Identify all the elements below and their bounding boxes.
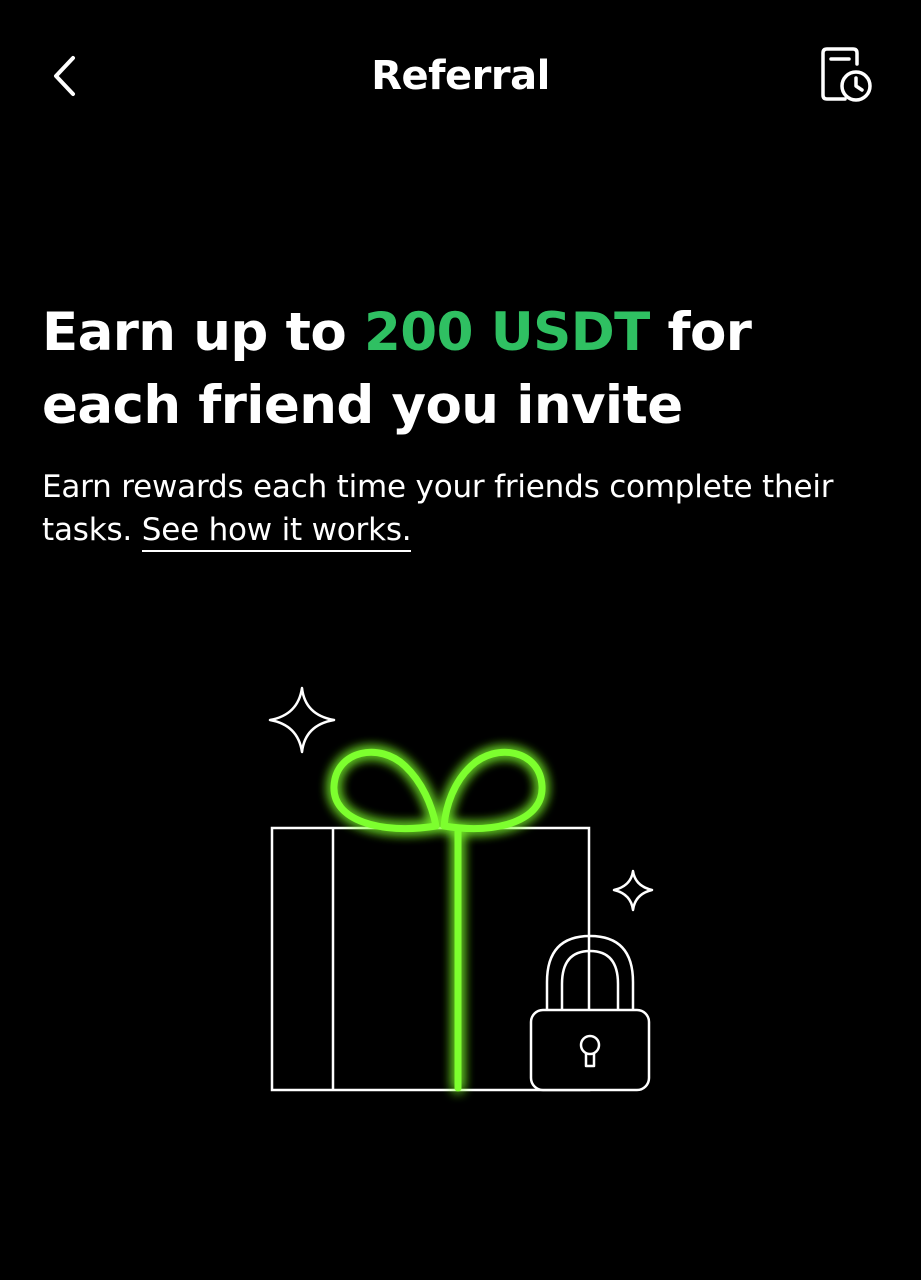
headline-text: Earn up to: [42, 302, 365, 363]
how-it-works-link[interactable]: See how it works.: [141, 512, 412, 552]
sparkle-icon: [612, 869, 654, 912]
reward-amount: 200 USDT: [364, 302, 650, 363]
document-clock-icon: [821, 47, 872, 102]
page-title: Referral: [371, 53, 550, 99]
headline: Earn up to 200 USDT for each friend you …: [42, 296, 882, 442]
description: Earn rewards each time your friends comp…: [42, 466, 882, 552]
app-header: Referral: [0, 0, 921, 152]
ribbon-bow-icon: [330, 748, 546, 1092]
history-button[interactable]: [814, 42, 880, 108]
sparkle-icon: [268, 686, 336, 754]
gift-illustration: [240, 670, 680, 1120]
